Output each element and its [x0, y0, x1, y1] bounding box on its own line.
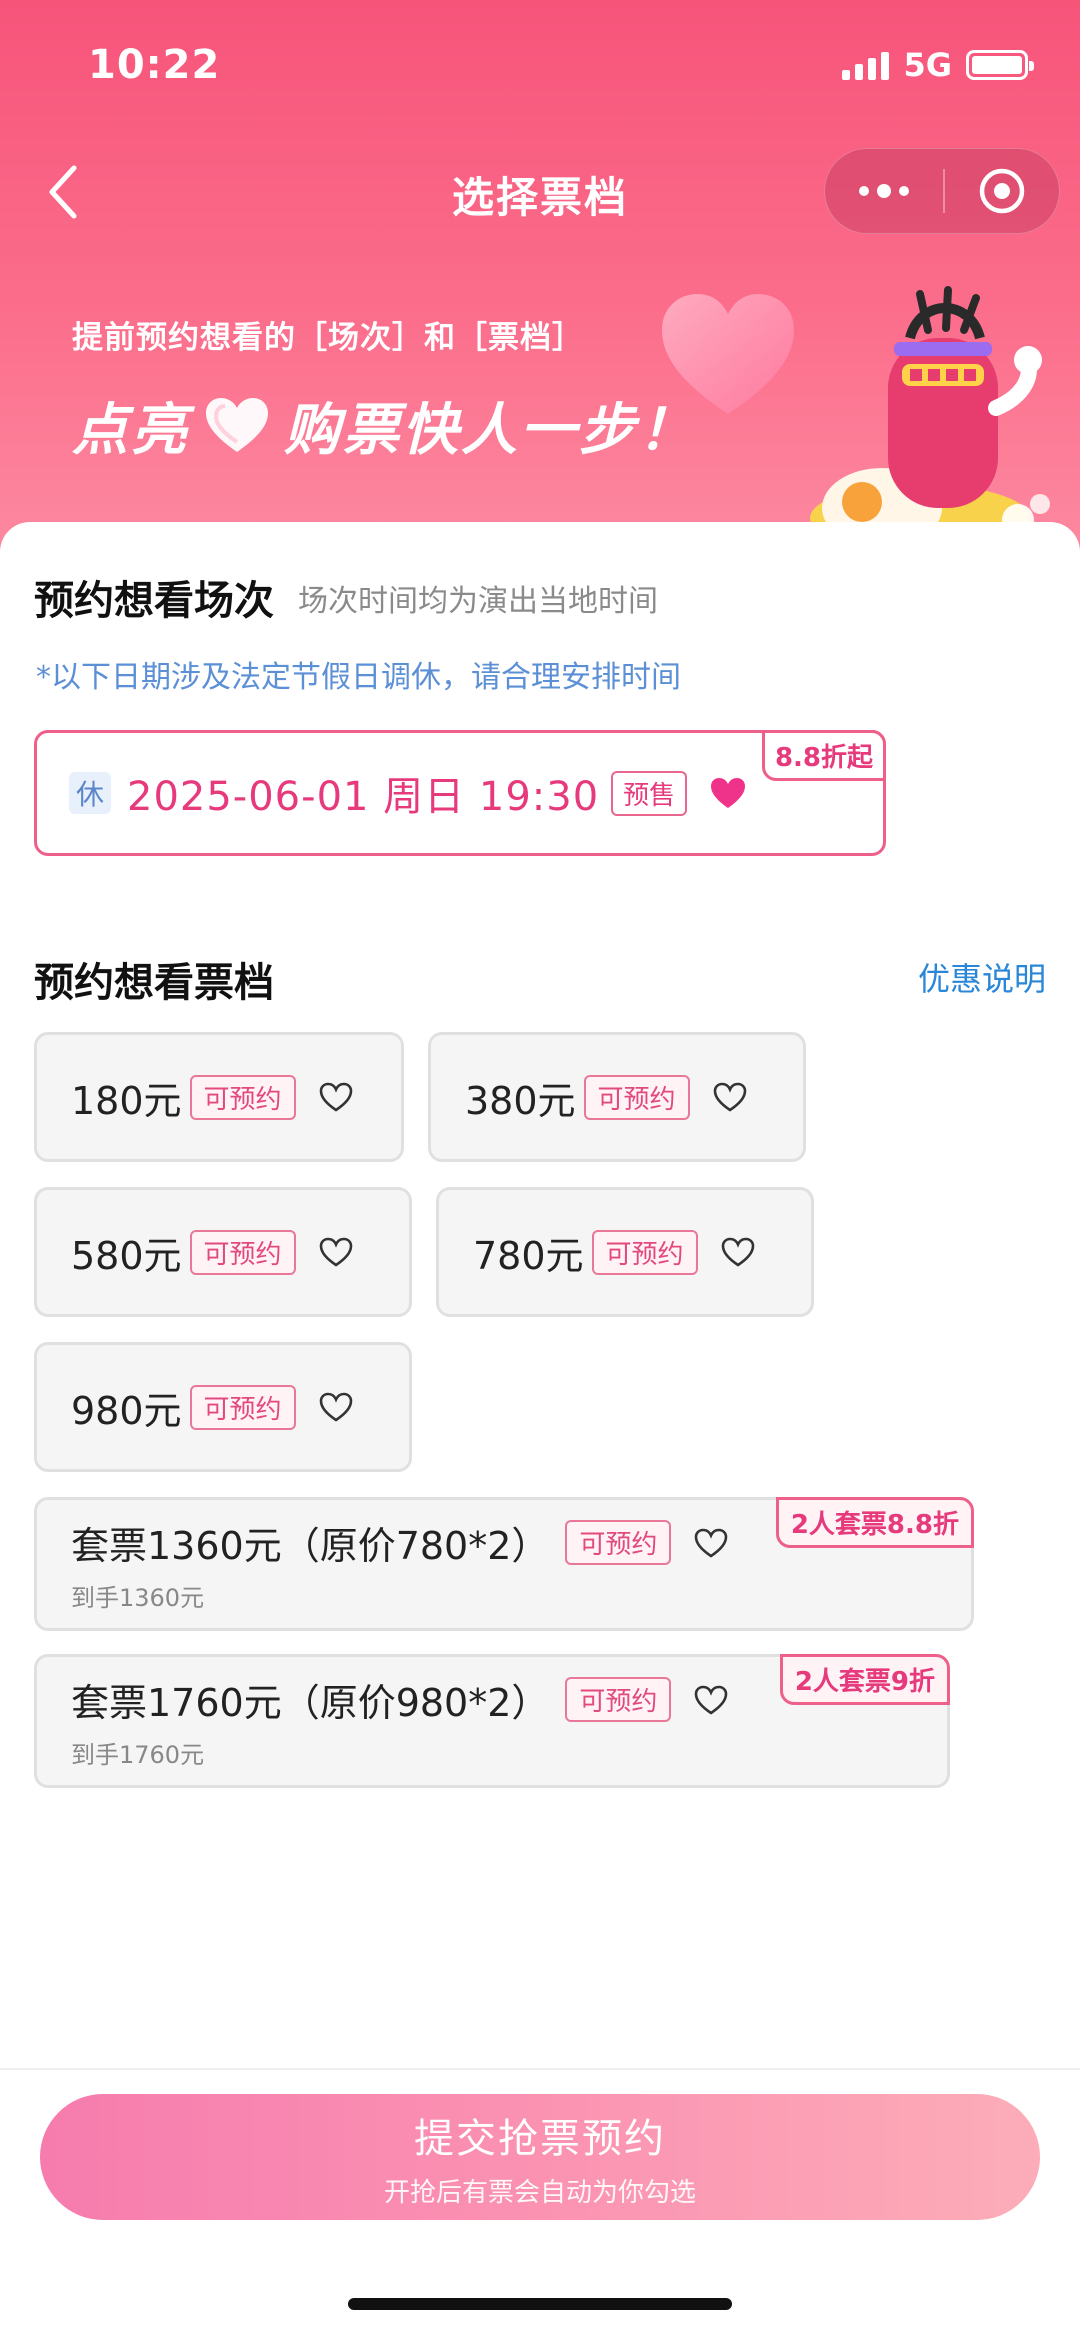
reservable-badge: 可预约: [189, 1229, 296, 1275]
promo-line-2a: 点亮: [72, 398, 190, 463]
heart-outline-icon[interactable]: [693, 1684, 729, 1716]
package-final-price: 到手1360元: [71, 1584, 205, 1612]
promo-line-2b: 购票快人一步！: [284, 398, 697, 463]
reservable-badge: 可预约: [591, 1229, 698, 1275]
submit-button-hint: 开抢后有票会自动为你勾选: [383, 2177, 696, 2208]
discount-info-link[interactable]: 优惠说明: [918, 954, 1046, 1000]
heart-outline-icon[interactable]: [693, 1527, 729, 1559]
signal-icon: [842, 50, 890, 80]
package-price: 套票1360元（原价780*2）: [71, 1524, 550, 1568]
header-banner: 10:22 5G 选择票档 提前预约想看的［场次］和［票档］ 点亮 购票快人一步…: [0, 0, 1080, 560]
ticket-tier[interactable]: 180元 可预约: [34, 1032, 404, 1162]
promo-line-1: 提前预约想看的［场次］和［票档］: [72, 320, 584, 356]
heart-outline-icon[interactable]: [318, 1081, 354, 1113]
ticket-tier[interactable]: 780元 可预约: [436, 1187, 814, 1317]
presale-badge: 预售: [611, 770, 688, 816]
tier-price: 180元: [71, 1078, 182, 1123]
mascot-illustration-icon: [810, 286, 1050, 548]
tier-section-title: 预约想看票档: [34, 960, 274, 1006]
battery-icon: [966, 50, 1034, 80]
reservable-badge: 可预约: [189, 1384, 296, 1430]
reservable-badge: 可预约: [189, 1074, 296, 1120]
session-section-subtitle: 场次时间均为演出当地时间: [298, 584, 658, 619]
submit-reservation-button[interactable]: 提交抢票预约 开抢后有票会自动为你勾选: [40, 2094, 1040, 2220]
package-tier[interactable]: 套票1360元（原价780*2） 可预约 到手1360元 2人套票8.8折: [34, 1497, 974, 1631]
reservable-badge: 可预约: [565, 1520, 672, 1565]
package-tier[interactable]: 套票1760元（原价980*2） 可预约 到手1760元 2人套票9折: [34, 1654, 950, 1788]
package-price: 套票1760元（原价980*2）: [71, 1681, 550, 1725]
package-row: 套票1360元（原价780*2） 可预约: [71, 1515, 729, 1570]
session-option[interactable]: 休 2025-06-01 周日 19:30 预售 8.8折起: [34, 730, 886, 856]
package-row: 套票1760元（原价980*2） 可预约: [71, 1672, 729, 1727]
tier-price: 580元: [71, 1233, 182, 1278]
reservable-badge: 可预约: [565, 1677, 672, 1722]
ticket-tier[interactable]: 980元 可预约: [34, 1342, 412, 1472]
tier-price: 780元: [473, 1233, 584, 1278]
home-indicator[interactable]: [348, 2298, 732, 2310]
tier-price: 980元: [71, 1388, 182, 1433]
close-miniprogram-icon[interactable]: [945, 148, 1059, 234]
more-icon[interactable]: [825, 148, 943, 234]
package-discount-badge: 2人套票9折: [779, 1654, 950, 1705]
package-final-price: 到手1760元: [71, 1741, 205, 1769]
status-bar-right: 5G: [842, 46, 1034, 84]
reservable-badge: 可预约: [583, 1074, 690, 1120]
heart-outline-icon[interactable]: [318, 1391, 354, 1423]
package-discount-badge: 2人套票8.8折: [775, 1497, 974, 1548]
rest-day-badge: 休: [69, 772, 111, 814]
heart-outline-icon[interactable]: [720, 1236, 756, 1268]
mini-program-capsule: [824, 148, 1060, 234]
session-datetime: 2025-06-01 周日 19:30: [127, 774, 600, 820]
heart-icon: [206, 397, 268, 452]
session-section-title: 预约想看场次: [34, 578, 274, 624]
heart-outline-icon[interactable]: [712, 1081, 748, 1113]
network-label: 5G: [903, 46, 952, 84]
heart-filled-icon[interactable]: [709, 776, 747, 810]
heart-outline-icon[interactable]: [318, 1236, 354, 1268]
session-discount-badge: 8.8折起: [761, 730, 886, 781]
status-time: 10:22: [88, 42, 221, 88]
ticket-tier[interactable]: 380元 可预约: [428, 1032, 806, 1162]
submit-button-label: 提交抢票预约: [414, 2115, 666, 2162]
ticket-tier[interactable]: 580元 可预约: [34, 1187, 412, 1317]
holiday-notice: *以下日期涉及法定节假日调休，请合理安排时间: [36, 660, 681, 695]
tier-price: 380元: [465, 1078, 576, 1123]
promo-line-2: 点亮 购票快人一步！: [72, 385, 697, 466]
